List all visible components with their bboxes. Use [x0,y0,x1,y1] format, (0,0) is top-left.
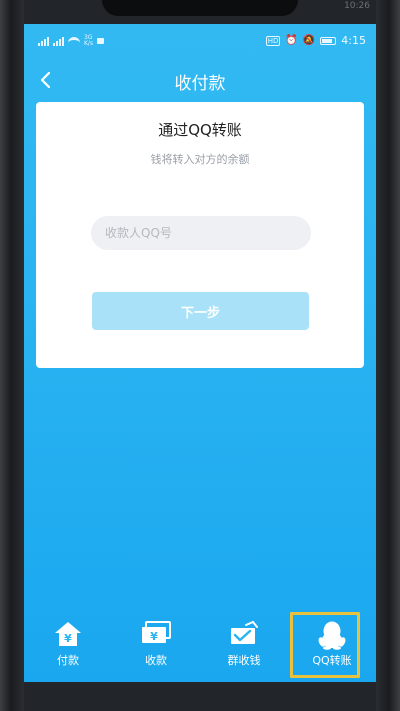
tab-group-collect-label: 群收钱 [227,654,261,667]
tab-pay[interactable]: ¥ 付款 [24,608,112,682]
phone-frame: 10:26 3G K/s HD ⏰ 🔕 4:15 收付款 通过QQ转账 钱将转入… [0,0,400,711]
next-step-button[interactable]: 下一步 [92,292,309,330]
phone-notch [102,0,298,16]
transfer-card: 通过QQ转账 钱将转入对方的余额 下一步 [36,102,364,368]
status-time: 4:15 [341,34,366,47]
wifi-icon [68,36,80,46]
signal-icon [38,36,49,46]
tab-qq-transfer-label: QQ转账 [312,654,352,667]
group-collect-icon [231,620,258,644]
svg-text:¥: ¥ [150,630,158,643]
tab-pay-label: 付款 [57,654,79,667]
hd-icon: HD [265,35,281,46]
mute-icon: 🔕 [302,34,316,46]
phone-bezel-right [376,0,400,711]
network-speed: 3G K/s [84,34,94,47]
nav-bar: 收付款 [24,60,376,100]
payment-house-icon: ¥ [55,622,81,646]
notification-icon [97,38,105,44]
bottom-tab-bar: ¥ 付款 ¥ 收款 群收钱 QQ转账 [24,608,376,682]
svg-text:¥: ¥ [64,632,72,645]
status-bar: 3G K/s HD ⏰ 🔕 4:15 [24,24,376,60]
recipient-qq-input[interactable] [91,216,311,250]
tab-qq-transfer[interactable]: QQ转账 [288,608,376,682]
tab-group-collect[interactable]: 群收钱 [200,608,288,682]
screen: 3G K/s HD ⏰ 🔕 4:15 收付款 通过QQ转账 钱将转入对方的余额 … [24,24,376,682]
receive-money-icon: ¥ [142,621,171,643]
signal-2-icon [53,36,64,46]
tab-receive[interactable]: ¥ 收款 [112,608,200,682]
alarm-icon: ⏰ [285,34,298,46]
frame-clock: 10:26 [344,1,370,11]
phone-bezel-left [0,0,24,711]
tab-receive-label: 收款 [145,654,167,667]
qq-penguin-icon [318,621,346,650]
card-title: 通过QQ转账 [158,121,242,139]
battery-icon [320,36,337,45]
page-title: 收付款 [174,74,226,94]
card-subtitle: 钱将转入对方的余额 [150,153,250,166]
